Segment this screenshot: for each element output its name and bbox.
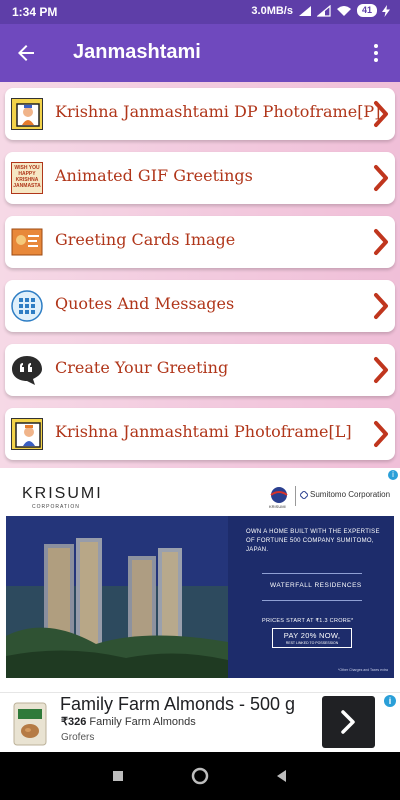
ad-headline: OWN A HOME BUILT WITH THE EXPERTISE OF F… <box>246 529 380 553</box>
menu-item-create-greeting[interactable]: Create Your Greeting <box>5 344 395 396</box>
app-bar: Janmashtami <box>0 24 400 82</box>
chevron-right-icon <box>374 421 388 447</box>
cellular-signal-icon-2 <box>316 4 331 17</box>
banner-product: Family Farm Almonds <box>89 716 196 728</box>
battery-indicator: 41 <box>356 4 377 17</box>
banner-cta-button[interactable] <box>322 696 375 748</box>
chevron-right-icon <box>374 229 388 255</box>
ad-brand-sub: CORPORATION <box>32 504 80 510</box>
menu-item-greeting-cards[interactable]: Greeting Cards Image <box>5 216 395 268</box>
overflow-menu-icon[interactable] <box>364 41 388 65</box>
sumitomo-mark-icon <box>300 491 308 499</box>
ad-building-image <box>6 516 228 678</box>
krishna-photoframe-icon <box>11 98 43 130</box>
krisumi-mark-icon <box>270 487 288 503</box>
ad-spacer <box>0 678 400 692</box>
chevron-right-icon <box>374 293 388 319</box>
menu-item-label: Quotes And Messages <box>55 294 235 313</box>
ad-brand-logo: KRISUMI <box>22 485 103 502</box>
back-triangle-icon[interactable] <box>272 766 292 786</box>
status-icons: 3.0MB/s 41 <box>251 4 390 17</box>
banner-seller: Grofers <box>61 732 95 743</box>
menu-item-photoframe-landscape[interactable]: Krishna Janmashtami Photoframe[L] <box>5 408 395 460</box>
menu-item-label: Greeting Cards Image <box>55 230 236 249</box>
krishna-frame-icon <box>11 418 43 450</box>
ad-choices-icon[interactable]: i <box>388 470 398 480</box>
chevron-right-icon <box>374 101 388 127</box>
recent-apps-icon[interactable] <box>108 766 128 786</box>
info-icon[interactable]: i <box>384 695 396 707</box>
menu-item-label: Krishna Janmashtami DP Photoframe[P] <box>55 102 381 121</box>
menu-item-dp-photoframe[interactable]: Krishna Janmashtami DP Photoframe[P] <box>5 88 395 140</box>
menu-item-gif-greetings[interactable]: WISH YOU HAPPY KRISHNA JANMASTA Animated… <box>5 152 395 204</box>
banner-ad[interactable]: Family Farm Almonds - 500 g ₹326 Family … <box>0 692 400 752</box>
chevron-right-icon <box>374 357 388 383</box>
ad-offer: PAY 20% NOW, <box>283 631 341 640</box>
home-icon[interactable] <box>190 766 210 786</box>
greeting-card-icon <box>11 226 43 258</box>
ad-partner-name: Sumitomo Corporation <box>310 490 391 499</box>
ad-text-panel: OWN A HOME BUILT WITH THE EXPERTISE OF F… <box>228 516 394 678</box>
ad-offer-sub: REST LINKED TO POSSESSION <box>285 641 339 645</box>
banner-price: ₹326 <box>61 716 87 728</box>
chevron-right-icon <box>341 710 355 734</box>
system-nav-bar <box>0 752 400 800</box>
ad-rule <box>262 600 362 601</box>
page-title: Janmashtami <box>73 41 201 63</box>
ad-header: KRISUMI CORPORATION KRISUMI Sumitomo Cor… <box>0 468 400 516</box>
ad-rule <box>262 573 362 574</box>
menu-item-quotes-messages[interactable]: Quotes And Messages <box>5 280 395 332</box>
ad-offer-box[interactable]: PAY 20% NOW, REST LINKED TO POSSESSION <box>272 628 352 648</box>
menu-item-label: Animated GIF Greetings <box>55 166 253 185</box>
ad-divider <box>295 486 296 506</box>
menu-item-label: Create Your Greeting <box>55 358 229 377</box>
quote-bubble-icon <box>11 354 43 386</box>
gif-greeting-icon: WISH YOU HAPPY KRISHNA JANMASTA <box>11 162 43 194</box>
ad-price: PRICES START AT ₹1.3 CRORE* <box>262 618 354 624</box>
ad-project-name: WATERFALL RESIDENCES <box>270 582 362 589</box>
network-speed: 3.0MB/s <box>251 4 293 17</box>
banner-price-line: ₹326 Family Farm Almonds <box>61 715 196 728</box>
cellular-signal-icon <box>298 5 312 17</box>
wifi-icon <box>336 5 352 17</box>
ad-partner-small: KRISUMI <box>269 504 286 509</box>
status-time: 1:34 PM <box>12 5 58 19</box>
grid-apps-icon <box>11 290 43 322</box>
ad-footnote: *Other Charges and Taxes extra <box>338 668 388 672</box>
arrow-back-icon[interactable] <box>14 41 38 65</box>
chevron-right-icon <box>374 165 388 191</box>
status-bar: 1:34 PM 3.0MB/s 41 <box>0 0 400 24</box>
banner-title: Family Farm Almonds - 500 g <box>60 694 296 714</box>
charging-icon <box>382 4 390 17</box>
menu-item-label: Krishna Janmashtami Photoframe[L] <box>55 422 352 441</box>
menu-list: Krishna Janmashtami DP Photoframe[P] WIS… <box>0 82 400 468</box>
product-thumbnail <box>8 699 52 747</box>
